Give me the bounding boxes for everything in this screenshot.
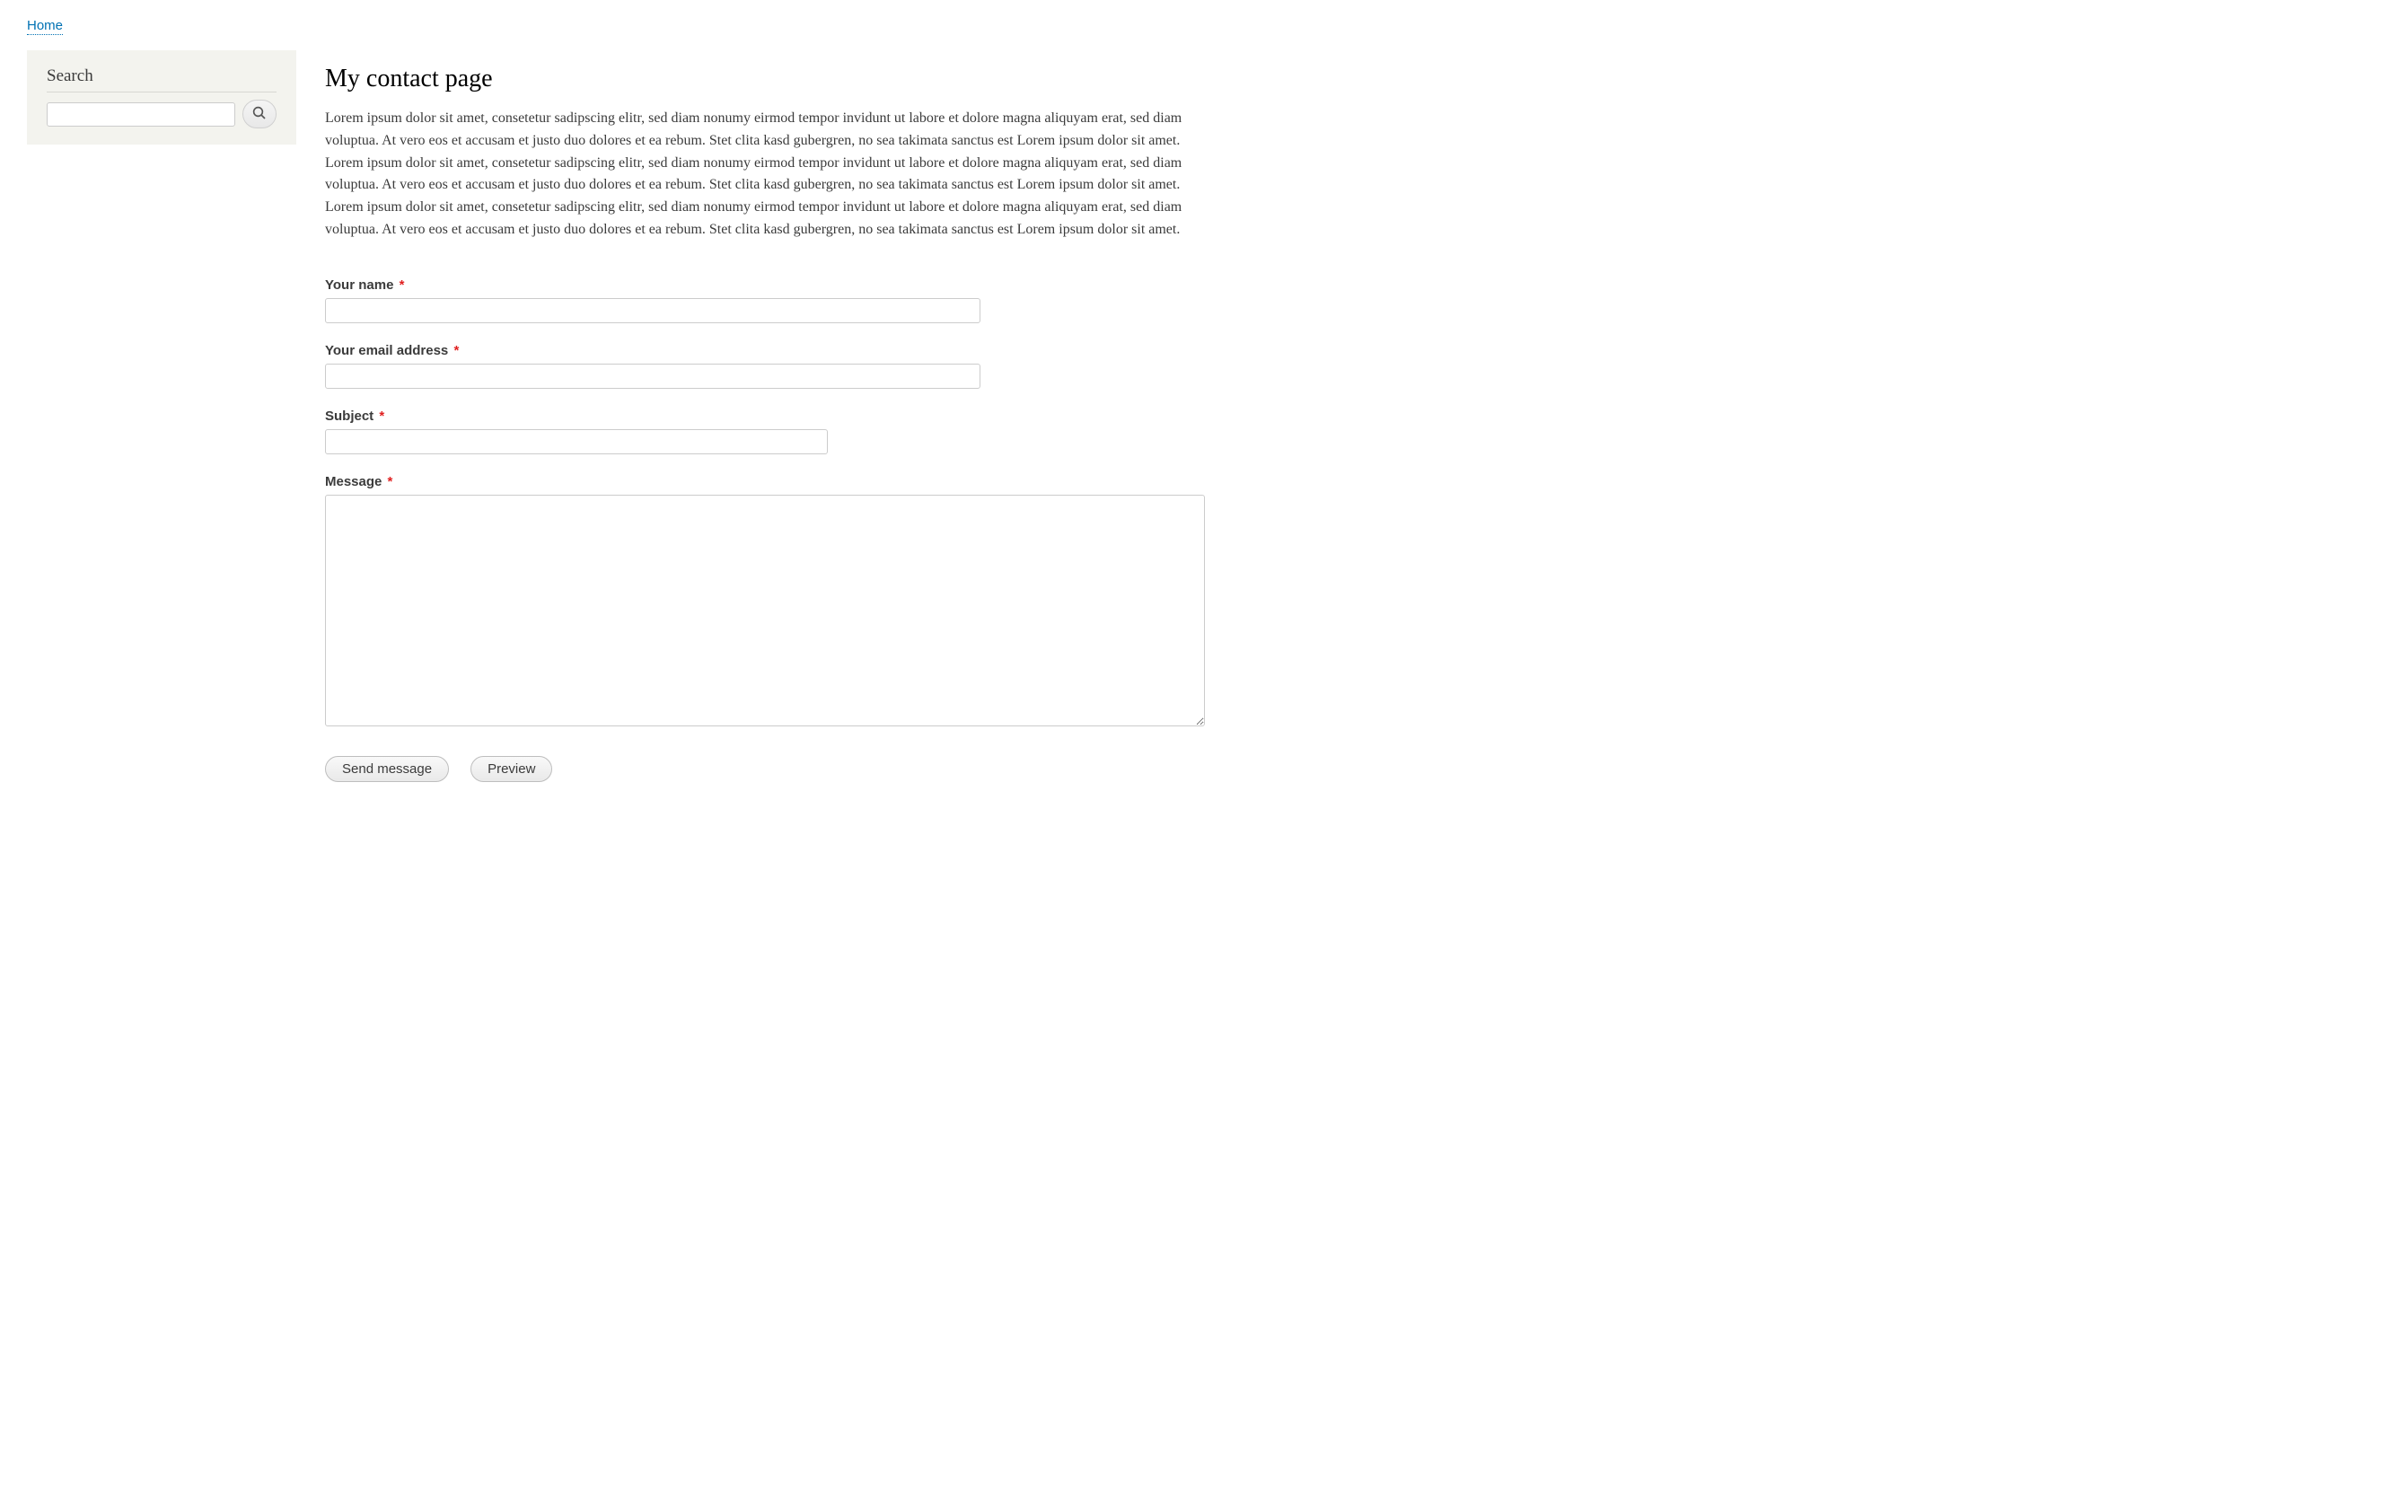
breadcrumb-home[interactable]: Home: [27, 18, 63, 35]
message-label-text: Message: [325, 474, 382, 489]
page-title: My contact page: [325, 65, 2381, 93]
sidebar: Search: [27, 50, 296, 782]
main-content: My contact page Lorem ipsum dolor sit am…: [325, 50, 2381, 782]
required-mark: *: [453, 343, 459, 358]
subject-label: Subject *: [325, 409, 2381, 424]
required-mark: *: [388, 474, 393, 489]
email-input[interactable]: [325, 364, 980, 389]
subject-input[interactable]: [325, 429, 828, 454]
preview-button[interactable]: Preview: [470, 756, 552, 782]
email-label-text: Your email address: [325, 343, 448, 358]
intro-text: Lorem ipsum dolor sit amet, consetetur s…: [325, 108, 1205, 242]
search-icon: [251, 105, 268, 124]
search-title: Search: [47, 66, 277, 92]
search-button[interactable]: [242, 100, 277, 128]
name-input[interactable]: [325, 298, 980, 323]
contact-form: Your name * Your email address * Subject…: [325, 277, 2381, 782]
name-label: Your name *: [325, 277, 2381, 293]
subject-label-text: Subject: [325, 409, 374, 424]
required-mark: *: [379, 409, 384, 424]
name-label-text: Your name: [325, 277, 393, 293]
breadcrumb: Home: [27, 18, 2381, 34]
send-message-button[interactable]: Send message: [325, 756, 449, 782]
required-mark: *: [400, 277, 405, 293]
message-input[interactable]: [325, 495, 1205, 726]
search-block: Search: [27, 50, 296, 145]
search-input[interactable]: [47, 102, 235, 127]
email-label: Your email address *: [325, 343, 2381, 358]
message-label: Message *: [325, 474, 2381, 489]
